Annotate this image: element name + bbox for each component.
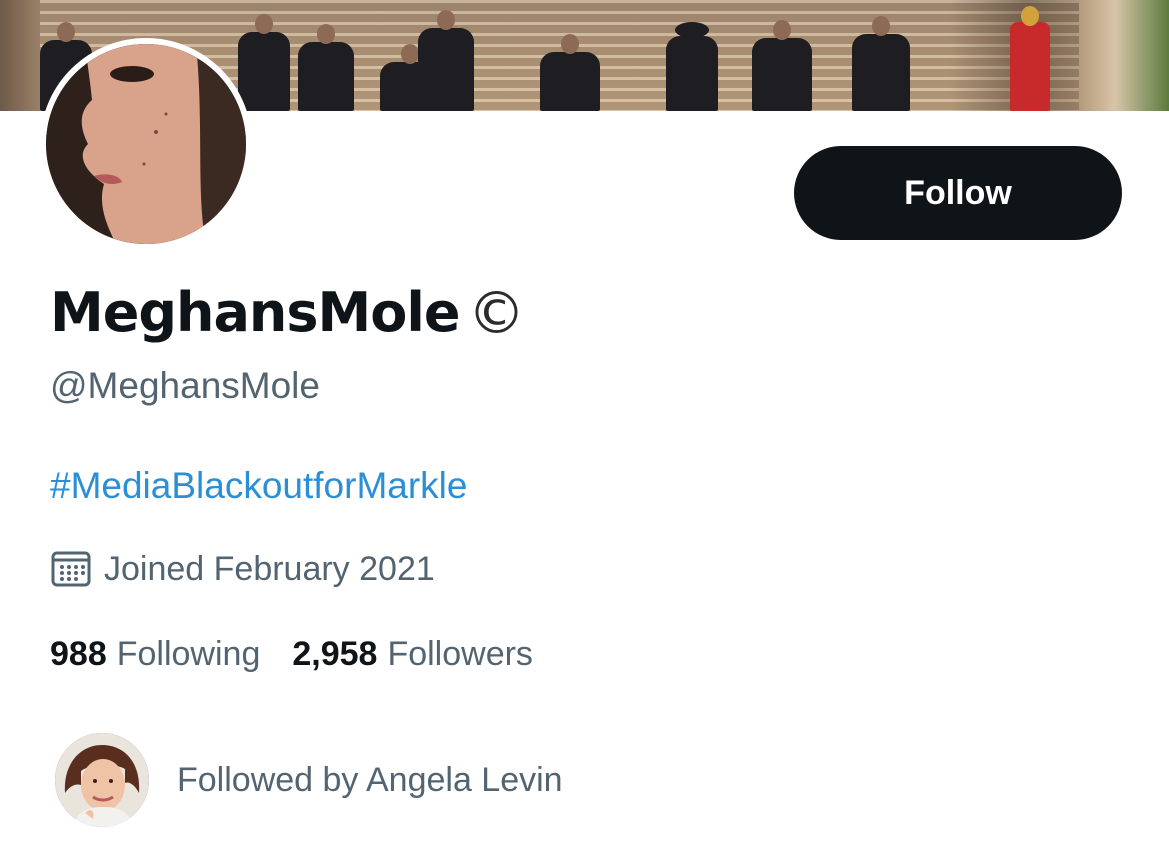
following-label: Following xyxy=(116,635,261,673)
follow-stats-row: 988 Following 2,958 Followers xyxy=(50,630,565,678)
followed-by-row[interactable]: Followed by Angela Levin xyxy=(55,733,563,827)
avatar-face-image xyxy=(46,44,246,244)
calendar-icon xyxy=(50,548,92,590)
user-handle: @MeghansMole xyxy=(50,365,320,406)
banner-guard xyxy=(1010,6,1050,111)
banner-figure xyxy=(418,10,474,111)
follower-avatar-image xyxy=(55,733,149,827)
banner-wall-right xyxy=(1079,0,1169,111)
banner-figure xyxy=(852,16,910,111)
following-count: 988 xyxy=(50,635,107,673)
banner-figure xyxy=(666,22,718,111)
bio-hashtag-link[interactable]: #MediaBlackoutforMarkle xyxy=(50,462,467,510)
display-name: MeghansMole xyxy=(50,281,460,344)
follow-button[interactable]: Follow xyxy=(794,146,1122,240)
followers-label: Followers xyxy=(387,635,533,673)
followers-count: 2,958 xyxy=(292,635,378,673)
name-row: MeghansMole © xyxy=(50,278,525,348)
profile-avatar[interactable] xyxy=(40,38,252,250)
banner-figure xyxy=(298,24,354,111)
banner-figure xyxy=(752,20,812,111)
follower-avatar[interactable] xyxy=(55,733,149,827)
banner-figure xyxy=(238,14,290,111)
followers-stat-link[interactable]: 2,958 Followers xyxy=(292,630,533,678)
copyright-badge-icon: © xyxy=(467,279,526,347)
banner-figure xyxy=(540,34,600,111)
joined-date-row: Joined February 2021 xyxy=(50,545,435,593)
following-stat-link[interactable]: 988 Following xyxy=(50,630,260,678)
banner-wall-left xyxy=(0,0,40,111)
joined-date-text: Joined February 2021 xyxy=(104,550,435,588)
followed-by-text: Followed by Angela Levin xyxy=(177,761,563,799)
